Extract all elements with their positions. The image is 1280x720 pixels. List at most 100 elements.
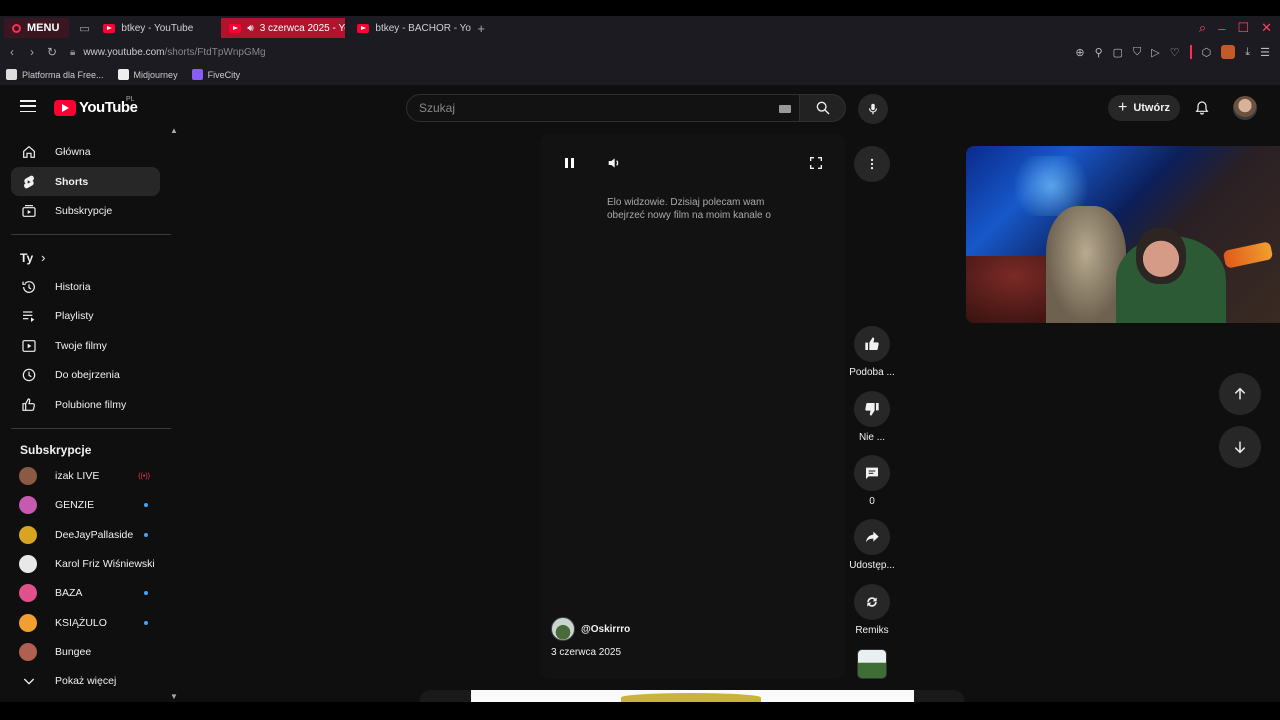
menu-icon[interactable] xyxy=(20,100,36,112)
channel-avatar xyxy=(19,613,37,632)
scroll-up-icon[interactable]: ▲ xyxy=(170,126,178,135)
sidebar-subscription-item[interactable]: KSIĄŻULO xyxy=(11,608,160,637)
sidebar-item-subscriptions[interactable]: Subskrypcje xyxy=(11,196,160,225)
notifications-button[interactable] xyxy=(1192,98,1212,118)
webcam-overlay xyxy=(966,146,1280,323)
fullscreen-button[interactable] xyxy=(808,155,824,171)
voice-search-button[interactable] xyxy=(858,94,888,124)
easy-setup-icon[interactable]: ☰ xyxy=(1260,46,1270,59)
sidebar-item-label: DeeJayPallaside xyxy=(55,528,134,541)
like-button[interactable]: Podoba ... xyxy=(846,326,898,378)
sidebar-item-shorts[interactable]: Shorts xyxy=(11,167,160,196)
pin-icon[interactable]: ⚲ xyxy=(1095,46,1103,59)
sidebar-subscription-item[interactable]: izak LIVE ((•)) xyxy=(11,461,160,490)
youtube-logo[interactable]: YouTube xyxy=(54,99,138,116)
url-field[interactable]: 🔒︎ www.youtube.com/shorts/FtdTpWnpGMg xyxy=(70,47,266,58)
next-short-thumbnail[interactable] xyxy=(471,690,914,702)
previous-short-button[interactable] xyxy=(1219,373,1261,415)
browser-tab[interactable]: btkey - YouTube xyxy=(95,18,217,38)
extension-badge-icon[interactable] xyxy=(1221,45,1236,59)
search-placeholder: Szukaj xyxy=(419,101,456,115)
scroll-down-icon[interactable]: ▼ xyxy=(170,692,178,701)
keyboard-icon[interactable] xyxy=(779,105,791,113)
sidebar-item-watch-later[interactable]: Do obejrzenia xyxy=(11,360,160,389)
sidebar-item-playlists[interactable]: Playlisty xyxy=(11,301,160,330)
sidebar-subscription-item[interactable]: GENZIE xyxy=(11,490,160,519)
more-options-button[interactable] xyxy=(854,146,890,182)
close-icon[interactable]: ✕ xyxy=(1261,20,1272,36)
microphone-icon xyxy=(868,103,878,115)
zoom-icon[interactable]: ⊕ xyxy=(1075,46,1084,59)
audio-playing-icon[interactable]: 🔊︎ xyxy=(247,23,253,34)
url-host: www.youtube.com xyxy=(83,46,165,58)
sidebar-subscription-item[interactable]: BAZA xyxy=(11,578,160,607)
sidebar-subscription-item[interactable]: Karol Friz Wiśniewski xyxy=(11,549,160,578)
player-icon[interactable]: ▷ xyxy=(1151,46,1159,59)
remix-icon xyxy=(867,597,877,607)
sidebar-subscription-item[interactable]: Bungee xyxy=(11,637,160,666)
new-content-dot xyxy=(144,533,148,537)
channel-avatar xyxy=(19,642,37,661)
bookmark-item[interactable]: Midjourney xyxy=(117,69,178,80)
sidebar-divider xyxy=(11,428,171,429)
sidebar-show-more[interactable]: Pokaż więcej xyxy=(11,666,160,695)
plus-icon: + xyxy=(1117,99,1128,116)
search-input[interactable]: Szukaj xyxy=(406,94,800,122)
bookmark-item[interactable]: FiveCity xyxy=(191,69,240,80)
comment-icon xyxy=(866,467,878,479)
sidebar-you-heading[interactable]: Ty › xyxy=(20,250,45,265)
new-content-dot xyxy=(144,591,148,595)
extensions-icon[interactable]: ⬡ xyxy=(1202,46,1212,59)
maximize-icon[interactable]: ☐ xyxy=(1237,20,1249,36)
account-avatar[interactable] xyxy=(1233,96,1257,120)
webcam-led xyxy=(1222,241,1274,269)
channel-avatar[interactable] xyxy=(551,617,575,641)
heart-icon[interactable]: ♡ xyxy=(1170,46,1180,59)
back-icon[interactable]: ‹ xyxy=(2,45,22,59)
forward-icon[interactable]: › xyxy=(22,45,42,59)
search-tabs-icon[interactable]: ⌕ xyxy=(1199,20,1206,36)
share-button[interactable]: Udostęp... xyxy=(846,519,898,571)
sidebar-item-liked[interactable]: Polubione filmy xyxy=(11,390,160,419)
shorts-player[interactable]: Elo widzowie. Dzisiaj polecam wam obejrz… xyxy=(540,134,846,679)
like-label: Podoba ... xyxy=(849,367,895,378)
search-button[interactable] xyxy=(800,94,846,122)
your-videos-icon xyxy=(22,339,36,352)
reload-icon[interactable]: ↻ xyxy=(42,45,62,59)
download-icon[interactable]: ⤓ xyxy=(1245,46,1250,59)
new-content-dot xyxy=(144,621,148,625)
snapshot-icon[interactable]: ▢ xyxy=(1113,46,1123,59)
midjourney-icon xyxy=(117,69,129,80)
sidebar-item-home[interactable]: Główna xyxy=(11,137,160,166)
opera-logo-icon xyxy=(12,23,21,33)
pause-icon[interactable] xyxy=(562,156,576,170)
browser-menu-label: MENU xyxy=(27,22,60,34)
remix-button[interactable]: Remiks xyxy=(846,584,898,636)
browser-tab[interactable]: btkey - BACHOR - YouTube xyxy=(349,18,471,38)
dislike-button[interactable]: Nie ... xyxy=(846,391,898,443)
channel-avatar xyxy=(19,554,37,573)
video-title[interactable]: 3 czerwca 2025 xyxy=(551,647,621,658)
channel-name[interactable]: @Oskirrro xyxy=(581,624,630,635)
comments-button[interactable]: 0 xyxy=(846,455,898,507)
bookmark-favicon-icon xyxy=(6,69,17,80)
sound-thumbnail[interactable] xyxy=(857,649,887,679)
youtube-favicon-icon xyxy=(229,23,242,33)
tab-islands-icon[interactable]: ▭ xyxy=(77,21,91,35)
fivecity-icon xyxy=(191,69,203,80)
browser-menu-button[interactable]: MENU xyxy=(4,18,70,38)
sidebar-item-your-videos[interactable]: Twoje filmy xyxy=(11,331,160,360)
shorts-icon xyxy=(24,175,34,188)
shield-icon[interactable]: ⛉ xyxy=(1133,46,1141,59)
next-short-button[interactable] xyxy=(1219,426,1261,468)
channel-link[interactable]: @Oskirrro xyxy=(551,617,630,641)
new-tab-button[interactable]: + xyxy=(477,21,485,36)
create-button[interactable]: + Utwórz xyxy=(1108,95,1180,121)
minimize-icon[interactable]: – xyxy=(1218,21,1225,36)
sidebar-subscription-item[interactable]: DeeJayPallaside xyxy=(11,520,160,549)
volume-button[interactable] xyxy=(606,155,622,171)
bookmark-item[interactable]: Platforma dla Free... xyxy=(6,69,104,80)
browser-tab-active[interactable]: 🔊︎ 3 czerwca 2025 - YouTube xyxy=(221,18,346,38)
sidebar-item-history[interactable]: Historia xyxy=(11,272,160,301)
fullscreen-icon xyxy=(810,157,822,169)
